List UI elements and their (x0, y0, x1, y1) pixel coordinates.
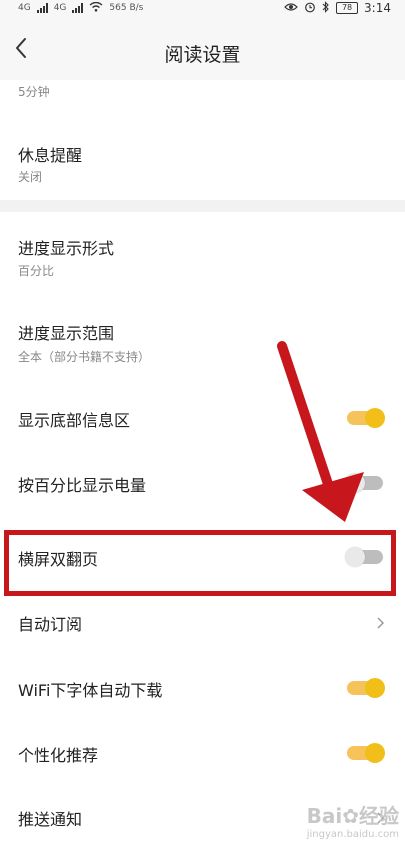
status-left: 4G 4G 565 B/s (18, 0, 143, 16)
rest-reminder-row[interactable]: 休息提醒 关闭 (0, 120, 405, 198)
watermark-logo: Bai✿经验 jingyan.baidu.com (306, 804, 399, 840)
bluetooth-icon (322, 0, 330, 16)
page-title: 阅读设置 (164, 44, 241, 66)
battery-percent-row[interactable]: 按百分比显示电量 (0, 452, 405, 516)
settings-card-reminder: 5分钟 休息提醒 关闭 (0, 80, 405, 200)
signal-icon (36, 3, 48, 13)
row-title: WiFi下字体自动下载 (18, 681, 163, 700)
wifi-icon (89, 1, 103, 15)
network-label: 4G (18, 3, 31, 13)
toggle-knob (365, 678, 385, 698)
net-speed: 565 B/s (109, 3, 144, 13)
paw-icon: ✿ (342, 804, 359, 828)
highlight-box (4, 530, 396, 596)
eye-icon (284, 1, 298, 15)
wifi-font-download-row[interactable]: WiFi下字体自动下载 (0, 654, 405, 718)
alarm-icon (304, 1, 316, 16)
status-bar: 4G 4G 565 B/s 78 3:14 (0, 0, 405, 18)
status-right: 78 3:14 (284, 0, 391, 16)
row-title: 进度显示形式 (18, 239, 115, 258)
row-title: 显示底部信息区 (18, 411, 131, 430)
network-label: 4G (53, 3, 67, 13)
row-title: 按百分比显示电量 (18, 476, 147, 495)
toggle-knob (365, 408, 385, 428)
personalized-recommend-row[interactable]: 个性化推荐 (0, 720, 405, 784)
personalized-recommend-toggle[interactable] (347, 743, 385, 763)
auto-subscribe-row[interactable]: 自动订阅 (0, 590, 405, 654)
row-value: 百分比 (18, 264, 55, 278)
battery-icon: 78 (336, 2, 359, 14)
toggle-knob (345, 473, 365, 493)
clock: 3:14 (364, 1, 391, 15)
row-title: 推送通知 (18, 810, 83, 829)
show-bottom-info-toggle[interactable] (347, 408, 385, 428)
row-title: 进度显示范围 (18, 324, 115, 343)
toggle-knob (365, 743, 385, 763)
row-title: 个性化推荐 (18, 746, 99, 765)
row-title: 自动订阅 (18, 615, 83, 634)
row-value: 全本（部分书籍不支持） (18, 350, 151, 364)
wifi-font-download-toggle[interactable] (347, 678, 385, 698)
row-title: 休息提醒 (18, 146, 83, 165)
reading-reminder-value: 5分钟 (18, 85, 50, 99)
progress-range-row[interactable]: 进度显示范围 全本（部分书籍不支持） (0, 296, 405, 378)
signal-icon (72, 3, 84, 13)
chevron-right-icon (375, 615, 385, 629)
progress-style-row[interactable]: 进度显示形式 百分比 (0, 212, 405, 294)
nav-header: 阅读设置 (0, 18, 405, 80)
row-value: 关闭 (18, 170, 43, 184)
show-bottom-info-row[interactable]: 显示底部信息区 (0, 386, 405, 450)
battery-percent-toggle[interactable] (345, 473, 383, 493)
